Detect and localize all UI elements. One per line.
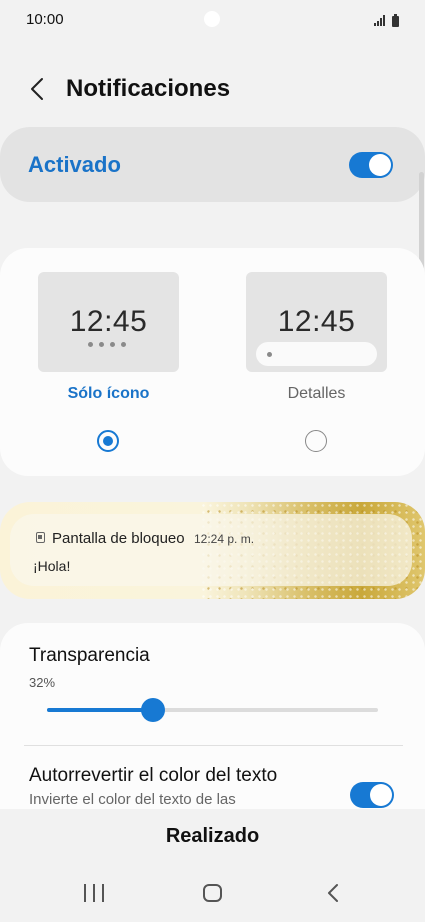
details-preview[interactable]: 12:45 bbox=[246, 272, 387, 372]
sample-notification-card bbox=[10, 514, 412, 586]
icon-only-radio[interactable] bbox=[97, 430, 119, 452]
auto-reverse-subtitle: Invierte el color del texto de las bbox=[29, 791, 236, 808]
notification-message: ¡Hola! bbox=[33, 558, 71, 574]
done-button[interactable]: Realizado bbox=[0, 825, 425, 848]
preview-clock: 12:45 bbox=[277, 305, 356, 338]
preview-dots bbox=[88, 342, 126, 347]
master-switch-label: Activado bbox=[28, 152, 121, 177]
toggle-knob bbox=[369, 154, 391, 176]
battery-icon bbox=[392, 14, 399, 27]
recents-icon[interactable] bbox=[84, 884, 104, 902]
transparency-label: Transparencia bbox=[29, 645, 150, 666]
lock-screen-app-icon bbox=[36, 532, 45, 543]
auto-reverse-label: Autorrevertir el color del texto bbox=[29, 765, 278, 786]
status-time: 10:00 bbox=[26, 11, 64, 28]
home-icon[interactable] bbox=[203, 884, 222, 902]
page-title: Notificaciones bbox=[66, 75, 231, 102]
transparency-slider-thumb[interactable] bbox=[141, 698, 165, 722]
master-toggle[interactable] bbox=[349, 152, 393, 178]
icon-only-label[interactable]: Sólo ícono bbox=[38, 385, 179, 403]
details-radio[interactable] bbox=[305, 430, 327, 452]
transparency-slider-fill bbox=[47, 708, 153, 712]
toggle-knob bbox=[370, 784, 392, 806]
camera-cutout bbox=[204, 11, 220, 27]
back-button[interactable] bbox=[22, 73, 52, 105]
notification-time: 12:24 p. m. bbox=[194, 532, 255, 546]
chevron-left-icon bbox=[31, 78, 43, 100]
preview-clock: 12:45 bbox=[69, 305, 148, 338]
back-icon[interactable] bbox=[325, 883, 343, 903]
status-icons bbox=[373, 12, 403, 28]
transparency-value: 32% bbox=[29, 675, 56, 690]
signal-icon bbox=[374, 14, 399, 27]
preview-notification-strip bbox=[256, 342, 377, 366]
divider bbox=[24, 745, 403, 746]
icon-only-preview[interactable]: 12:45 bbox=[38, 272, 179, 372]
notification-app-name: Pantalla de bloqueo bbox=[52, 530, 185, 547]
details-label[interactable]: Detalles bbox=[246, 385, 387, 403]
auto-reverse-toggle[interactable] bbox=[350, 782, 394, 808]
